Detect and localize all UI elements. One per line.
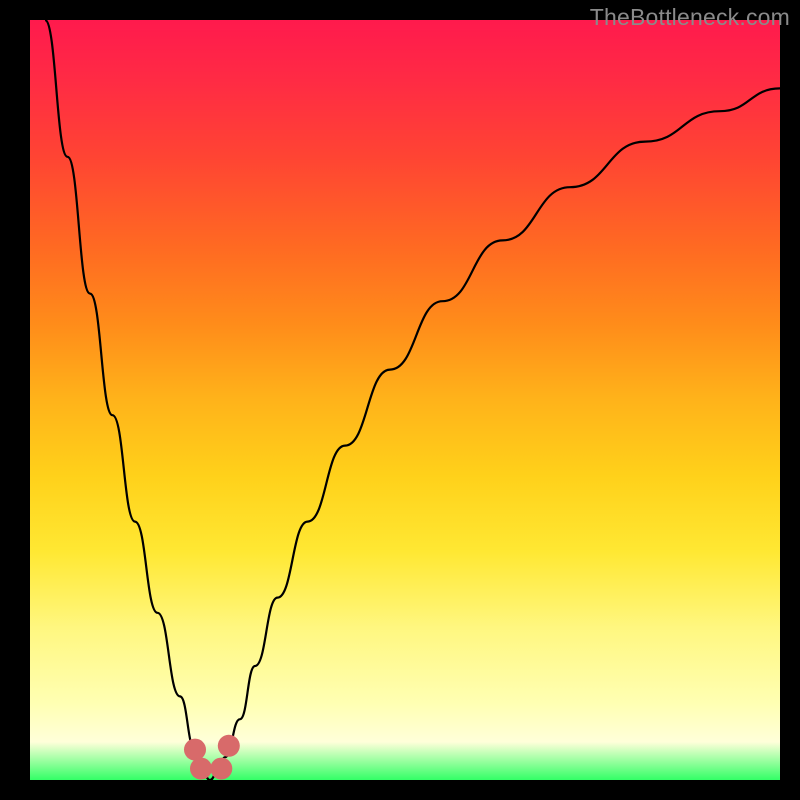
curve-markers: [184, 735, 240, 780]
bottleneck-curve-svg: [30, 20, 780, 780]
curve-marker: [210, 758, 232, 780]
curve-marker: [184, 739, 206, 761]
curve-marker: [190, 758, 212, 780]
chart-plot-area: [30, 20, 780, 780]
curve-marker: [218, 735, 240, 757]
bottleneck-curve-path: [45, 20, 780, 780]
watermark-text: TheBottleneck.com: [590, 4, 790, 31]
